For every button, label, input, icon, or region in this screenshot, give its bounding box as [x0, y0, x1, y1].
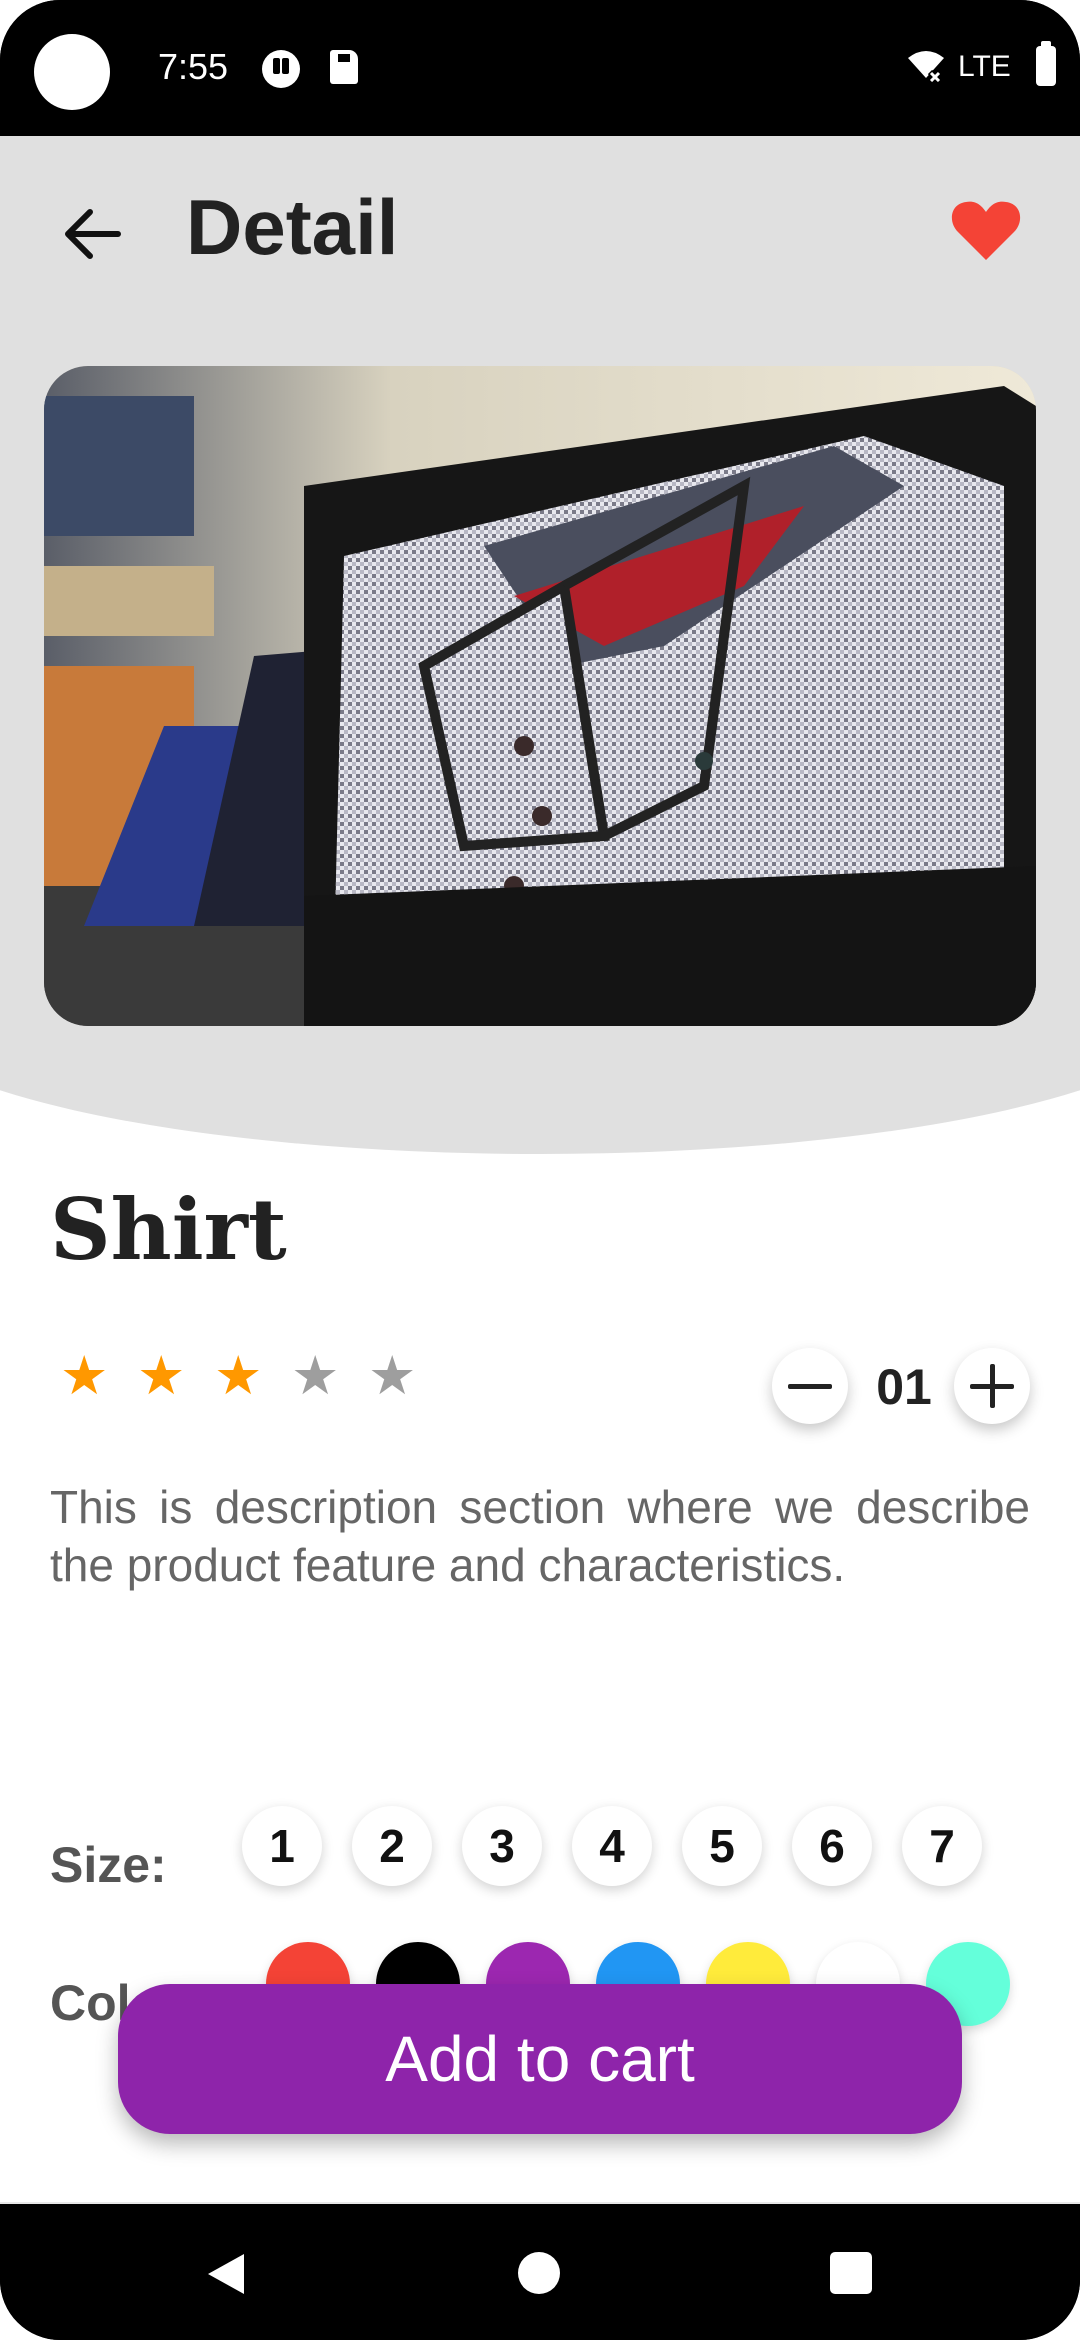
- star-icon[interactable]: ★: [137, 1346, 185, 1406]
- quantity-value: 01: [876, 1359, 932, 1415]
- rating-stars[interactable]: ★ ★ ★ ★ ★: [60, 1346, 445, 1406]
- status-bar: 7:55 LTE: [0, 0, 1080, 136]
- nav-back-icon[interactable]: [204, 2252, 248, 2296]
- quantity-decrease-button[interactable]: [772, 1348, 848, 1424]
- navigation-bar: [0, 2204, 1080, 2340]
- network-type: LTE: [958, 50, 1011, 83]
- star-icon[interactable]: ★: [214, 1346, 262, 1406]
- size-option-1[interactable]: 1: [242, 1806, 322, 1886]
- battery-icon: [1036, 41, 1056, 86]
- quantity-increase-button[interactable]: [954, 1348, 1030, 1424]
- size-option-6[interactable]: 6: [792, 1806, 872, 1886]
- product-image: [44, 366, 1036, 1026]
- product-description: This is description section where we des…: [50, 1481, 1030, 1591]
- star-icon[interactable]: ★: [60, 1346, 108, 1406]
- add-to-cart-button[interactable]: Add to cart: [118, 1984, 962, 2134]
- notification-app-icon: [262, 50, 300, 88]
- heart-icon[interactable]: [950, 194, 1022, 266]
- size-option-2[interactable]: 2: [352, 1806, 432, 1886]
- size-option-4[interactable]: 4: [572, 1806, 652, 1886]
- shirt-photo-illustration: [44, 366, 1036, 1026]
- phone-frame: 7:55 LTE Detail Shirt ★ ★ ★ ★ ★ 01 This …: [0, 0, 1080, 2340]
- status-time: 7:55: [158, 46, 229, 87]
- size-label: Size:: [50, 1837, 167, 1893]
- arrow-back-icon[interactable]: [58, 198, 130, 270]
- nav-recent-icon[interactable]: [830, 2252, 872, 2294]
- page-title: Detail: [186, 183, 399, 271]
- star-icon[interactable]: ★: [291, 1346, 339, 1406]
- size-option-7[interactable]: 7: [902, 1806, 982, 1886]
- size-option-5[interactable]: 5: [682, 1806, 762, 1886]
- wifi-off-icon: [908, 51, 944, 82]
- sd-card-icon: [330, 50, 358, 84]
- camera-cutout: [34, 34, 110, 110]
- star-icon[interactable]: ★: [368, 1346, 416, 1406]
- detail-screen: Detail Shirt ★ ★ ★ ★ ★ 01 This is descri…: [0, 136, 1080, 2204]
- nav-home-icon[interactable]: [518, 2252, 560, 2294]
- size-option-3[interactable]: 3: [462, 1806, 542, 1886]
- product-name: Shirt: [50, 1180, 287, 1279]
